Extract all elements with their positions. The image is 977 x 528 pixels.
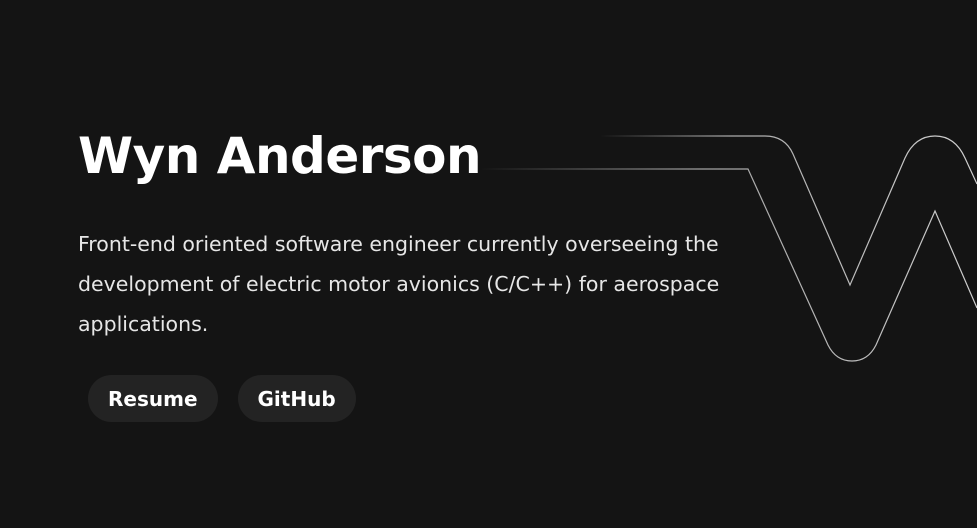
hero-section: Wyn Anderson Front-end oriented software… — [78, 120, 778, 344]
page-title: Wyn Anderson — [78, 127, 482, 185]
action-buttons: Resume GitHub — [88, 375, 356, 422]
resume-button[interactable]: Resume — [88, 375, 218, 422]
github-button[interactable]: GitHub — [237, 375, 356, 422]
bio-text: Front-end oriented software engineer cur… — [78, 232, 720, 336]
